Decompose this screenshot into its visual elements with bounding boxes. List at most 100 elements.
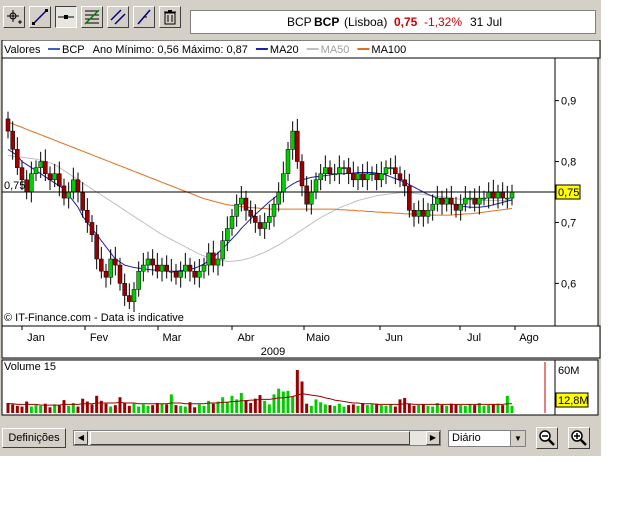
volume-bar: [300, 381, 304, 413]
x-tick-label-2: Mar: [163, 332, 182, 344]
volume-bar: [421, 404, 425, 413]
zoom-in-button[interactable]: [568, 427, 590, 449]
candle-body: [407, 185, 412, 211]
candle-body: [5, 118, 11, 132]
candle-body: [276, 191, 281, 205]
candle-body: [295, 130, 300, 162]
candle-body: [43, 161, 48, 174]
volume-bar: [431, 406, 435, 413]
volume-bar: [113, 405, 117, 413]
candle-body: [458, 203, 463, 211]
volume-bar: [81, 398, 85, 413]
volume-tick-label-0: 60M: [558, 365, 579, 377]
volume-bar: [123, 402, 127, 413]
candle-body: [75, 179, 81, 193]
volume-bar: [48, 407, 52, 413]
candle-body: [435, 197, 440, 205]
volume-bar: [342, 406, 346, 413]
volume-bar: [361, 402, 365, 413]
parallel-lines-button[interactable]: [133, 6, 155, 28]
volume-bar: [95, 395, 99, 413]
volume-bar: [505, 395, 509, 413]
volume-bar: [151, 405, 155, 413]
parallel-lines-icon: [137, 9, 151, 25]
volume-bar: [286, 390, 290, 413]
candle-body: [229, 216, 235, 229]
volume-bar: [323, 404, 327, 413]
period-select[interactable]: Diário ▼: [448, 430, 526, 447]
volume-bar: [253, 398, 257, 413]
chevron-down-icon[interactable]: ▼: [510, 431, 525, 446]
price-tick-label-0: 0,6: [561, 278, 576, 290]
volume-bar: [403, 397, 407, 413]
candle-body: [71, 179, 76, 193]
stock-chart[interactable]: Valores BCP Ano Mínimo: 0,56 Máximo: 0,87 M…: [0, 40, 601, 420]
candle-body: [318, 173, 323, 181]
volume-bar: [137, 406, 141, 413]
chart-area[interactable]: Valores BCP Ano Mínimo: 0,56 Máximo: 0,87 M…: [0, 40, 601, 420]
chart-application-window: BCP BCP (Lisboa) 0,75 -1,32% 31 Jul Valo…: [0, 0, 601, 456]
volume-bar: [463, 405, 467, 413]
trendline-button[interactable]: [29, 6, 51, 28]
volume-bar: [263, 400, 267, 413]
volume-bar: [384, 405, 388, 413]
volume-bar: [132, 403, 136, 413]
delete-drawings-button[interactable]: [159, 6, 181, 28]
volume-bar: [11, 404, 15, 413]
volume-bar: [20, 406, 24, 413]
candle-body: [136, 270, 141, 290]
candle-body: [85, 210, 90, 223]
candle-body: [379, 173, 384, 181]
volume-bar: [398, 399, 402, 413]
candle-body: [374, 173, 379, 181]
settings-button[interactable]: Definições: [2, 428, 66, 448]
candle-body: [505, 197, 510, 200]
price-tick-label-3: 0,9: [561, 96, 576, 108]
candle-body: [215, 258, 221, 266]
horizontal-line-button[interactable]: [55, 6, 77, 28]
volume-bar: [202, 405, 206, 413]
candle-body: [183, 264, 188, 272]
candle-body: [411, 210, 417, 217]
crosshair-plus-icon: [7, 10, 22, 24]
quote-code: BCP: [287, 15, 312, 29]
quote-date: 31 Jul: [470, 15, 503, 29]
volume-bar: [351, 404, 355, 413]
fibonacci-button[interactable]: [81, 6, 103, 28]
scroll-thumb[interactable]: [90, 431, 410, 445]
volume-bar: [496, 403, 500, 413]
period-select-value: Diário: [452, 432, 481, 444]
candle-body: [33, 167, 39, 174]
candle-body: [127, 295, 132, 302]
volume-bar: [510, 405, 514, 413]
volume-bar: [473, 405, 477, 413]
candle-body: [337, 167, 342, 174]
horizontal-scrollbar[interactable]: ◀ ▶: [73, 430, 441, 446]
volume-bar: [155, 402, 159, 413]
scroll-left-arrow-icon[interactable]: ◀: [74, 431, 88, 445]
candle-body: [346, 167, 351, 174]
candle-body: [388, 167, 393, 169]
volume-bar: [267, 404, 271, 413]
zoom-out-button[interactable]: [536, 427, 558, 449]
x-tick-label-0: Jan: [27, 332, 45, 344]
volume-bar: [197, 404, 201, 413]
candle-body: [257, 222, 263, 229]
candle-body: [155, 264, 160, 272]
last-price-left-label: 0,75: [4, 180, 25, 192]
channel-button[interactable]: [107, 6, 129, 28]
scroll-right-arrow-icon[interactable]: ▶: [426, 431, 440, 445]
candle-body: [108, 258, 113, 278]
candle-body: [313, 179, 319, 193]
candle-body: [369, 173, 375, 175]
legend-label-1: Ano Mínimo: 0,56 Máximo: 0,87: [93, 44, 248, 56]
crosshair-plus-button[interactable]: [3, 6, 25, 28]
volume-bar: [272, 394, 276, 413]
candle-body: [253, 216, 258, 223]
volume-bar: [6, 402, 10, 413]
candle-body: [80, 191, 85, 211]
legend-label-4: MA100: [371, 44, 406, 56]
candle-body: [103, 270, 109, 278]
volume-bar: [53, 404, 57, 413]
candle-body: [393, 167, 398, 174]
